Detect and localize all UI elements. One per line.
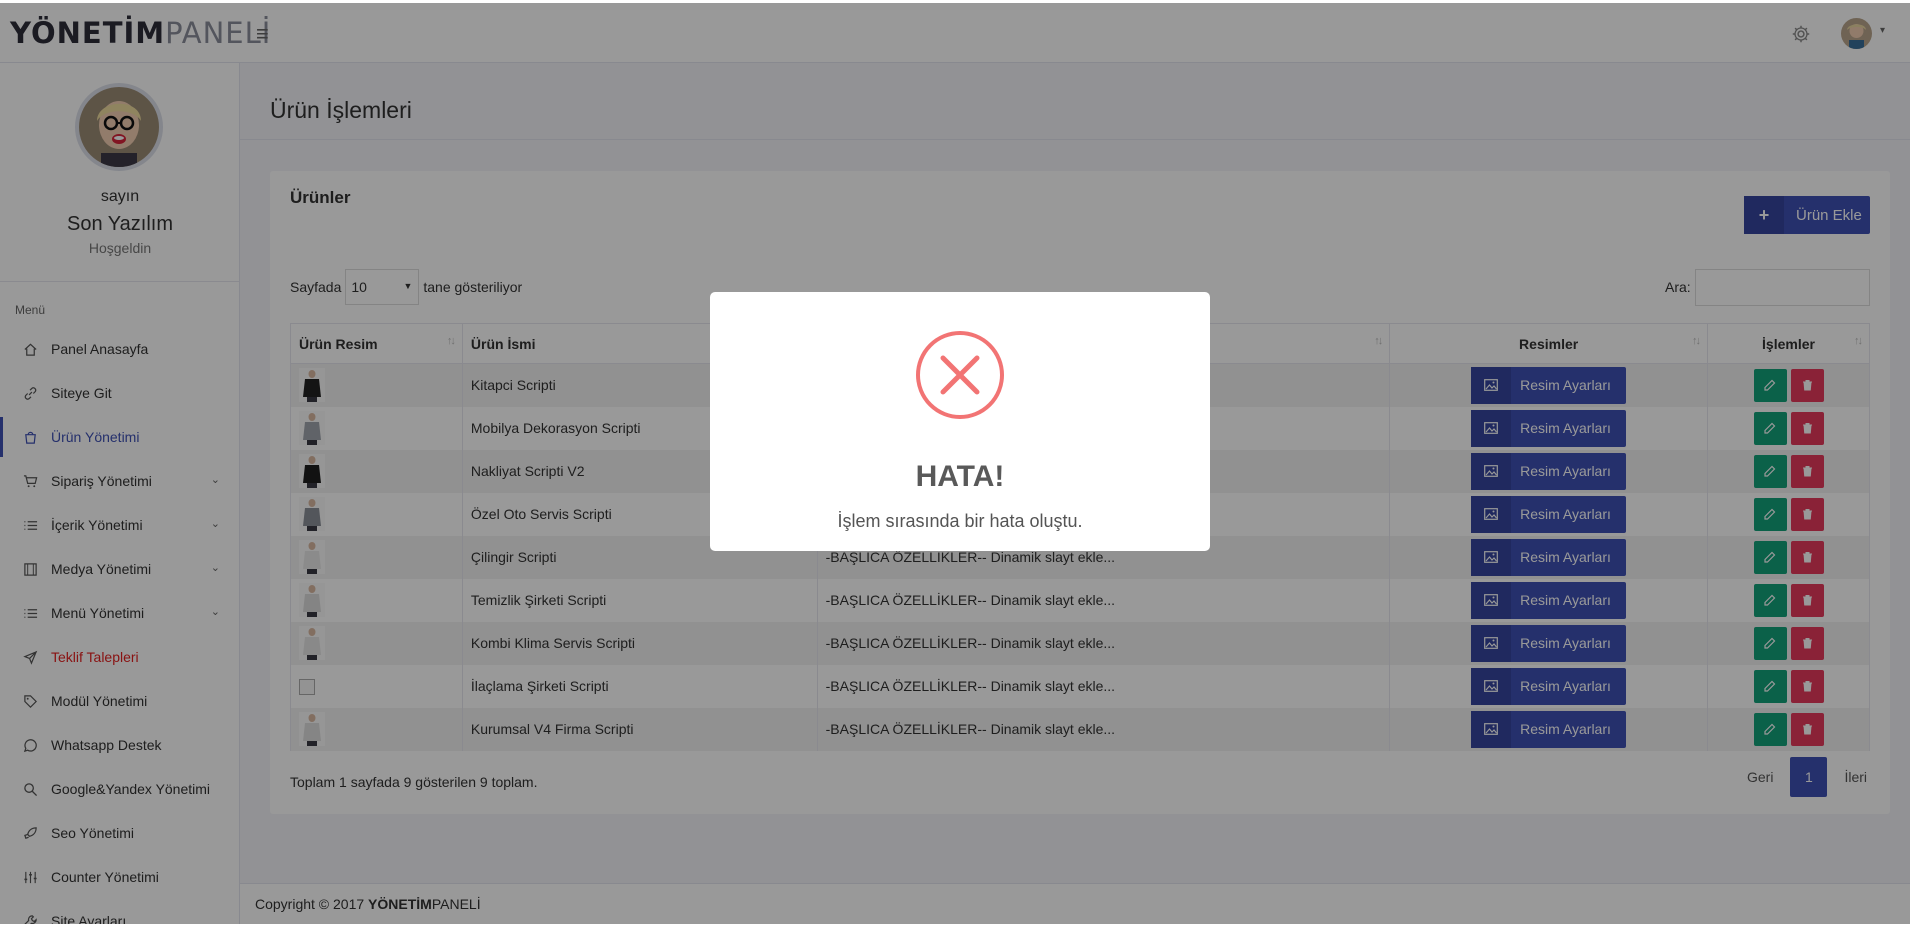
error-x-icon xyxy=(916,331,1004,419)
app-screen: YÖNETİMPANELİ ≡ ▾ sayın Son Yazılım Hoşg… xyxy=(0,3,1910,924)
modal-title: HATA! xyxy=(915,460,1005,493)
error-modal: HATA! İşlem sırasında bir hata oluştu. xyxy=(710,292,1210,551)
modal-message: İşlem sırasında bir hata oluştu. xyxy=(837,511,1083,531)
